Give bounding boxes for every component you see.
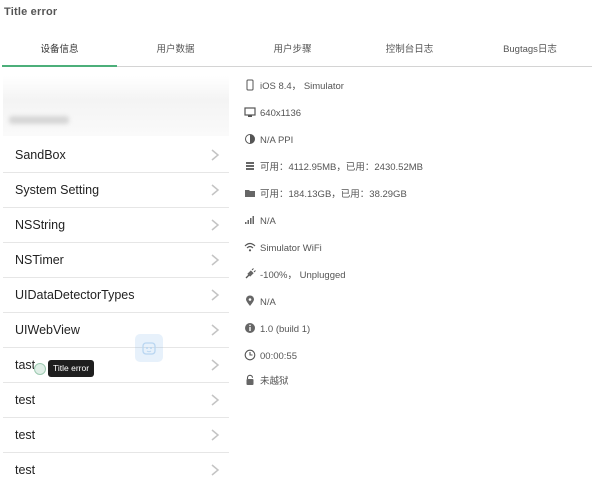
list-item-label: NSTimer [15, 253, 64, 267]
tab-bar: 设备信息 用户数据 用户步骤 控制台日志 Bugtags日志 [2, 36, 592, 67]
list-item-label: test [15, 463, 36, 477]
simulator-list: SandBox System Setting NSString NSTimer … [3, 76, 229, 480]
signal-icon [244, 214, 258, 226]
device-info-row: Simulator WiFi [244, 240, 322, 258]
list-item[interactable]: NSTimer [3, 243, 229, 278]
bug-icon [142, 342, 156, 355]
chevron-right-icon [211, 359, 220, 371]
list-item-label: test [15, 428, 36, 442]
chevron-right-icon [211, 289, 220, 301]
chevron-right-icon [211, 219, 220, 231]
device-info-row: iOS 8.4， Simulator [244, 78, 344, 96]
chevron-right-icon [211, 149, 220, 161]
list-item-label: NSString [15, 218, 66, 232]
list-item[interactable]: System Setting [3, 173, 229, 208]
page-title: Title error [4, 6, 58, 18]
blurred-list-header [3, 76, 229, 136]
clock-icon [244, 349, 258, 361]
device-info-row: 可用：184.13GB，已用：38.29GB [244, 186, 407, 204]
device-info-row: 未越狱 [244, 373, 289, 391]
location-pin-icon [244, 295, 258, 307]
chevron-right-icon [211, 254, 220, 266]
folder-icon [244, 187, 258, 199]
list-item[interactable]: test [3, 418, 229, 453]
phone-icon [244, 79, 258, 91]
device-info-row: 可用：4112.95MB，已用：2430.52MB [244, 159, 423, 177]
list-item[interactable]: UIWebView [3, 313, 229, 348]
device-info-row: N/A [244, 294, 276, 312]
device-info-row: 00:00:55 [244, 348, 297, 366]
chevron-right-icon [211, 464, 220, 476]
list-item-label: SandBox [15, 148, 66, 162]
tab-device-info[interactable]: 设备信息 [2, 36, 117, 67]
chevron-right-icon [211, 394, 220, 406]
info-icon [244, 322, 258, 334]
tooltip: Title error [48, 360, 95, 377]
tab-console-log[interactable]: 控制台日志 [351, 36, 468, 67]
device-info-row: N/A [244, 213, 276, 231]
tab-user-data[interactable]: 用户数据 [117, 36, 234, 67]
tab-bugtags-log[interactable]: Bugtags日志 [468, 36, 592, 67]
list-item-label: UIWebView [15, 323, 80, 337]
plug-icon [244, 268, 258, 280]
tab-user-steps[interactable]: 用户步骤 [234, 36, 351, 67]
device-info-row: 640x1136 [244, 105, 301, 123]
device-info-row: N/A PPI [244, 132, 293, 150]
device-info-row: -100%， Unplugged [244, 267, 346, 285]
wifi-icon [244, 241, 258, 253]
tooltip-marker-icon [34, 363, 46, 375]
lock-icon [244, 374, 258, 386]
chevron-right-icon [211, 324, 220, 336]
list-item-label: tast [15, 358, 36, 372]
list-item-label: UIDataDetectorTypes [15, 288, 135, 302]
bugtags-float-button[interactable] [135, 334, 163, 362]
device-info-panel: iOS 8.4， Simulator 640x1136 N/A PPI 可用：4… [244, 76, 584, 406]
list-item[interactable]: UIDataDetectorTypes [3, 278, 229, 313]
list-item[interactable]: test [3, 383, 229, 418]
list-item[interactable]: NSString [3, 208, 229, 243]
list-item-label: test [15, 393, 36, 407]
chevron-right-icon [211, 184, 220, 196]
list-item[interactable]: SandBox [3, 138, 229, 173]
list-item-label: System Setting [15, 183, 100, 197]
half-circle-icon [244, 133, 258, 145]
monitor-icon [244, 106, 258, 118]
list-item[interactable]: test [3, 453, 229, 480]
device-info-row: 1.0 (build 1) [244, 321, 310, 339]
memory-icon [244, 160, 258, 172]
chevron-right-icon [211, 429, 220, 441]
